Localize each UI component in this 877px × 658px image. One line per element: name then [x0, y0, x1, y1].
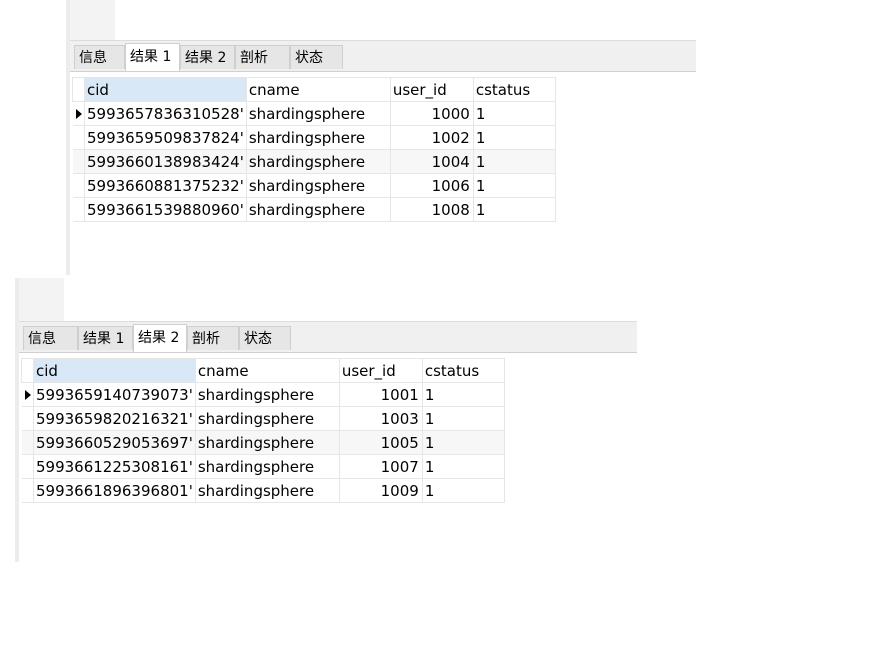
cell-cname[interactable]: shardingsphere [245, 197, 391, 222]
result-panel-1: 信息 结果 1 结果 2 剖析 状态 cid cname user_id cst… [66, 0, 696, 275]
column-header-user-id[interactable]: user_id [389, 77, 474, 102]
column-header-cname[interactable]: cname [245, 77, 391, 102]
table-row[interactable]: '5993659509837824 shardingsphere 1002 1 [72, 125, 556, 150]
tab-status[interactable]: 状态 [239, 326, 291, 350]
table-row[interactable]: '5993660138983424 shardingsphere 1004 1 [72, 149, 556, 174]
cell-cname[interactable]: shardingsphere [245, 149, 391, 174]
current-row-arrow-icon [75, 108, 82, 119]
result-tabbar: 信息 结果 1 结果 2 剖析 状态 [70, 40, 696, 72]
cell-cid[interactable]: '5993660138983424 [84, 149, 247, 174]
row-indicator [21, 382, 34, 407]
cell-cstatus[interactable]: 1 [421, 406, 505, 431]
cell-cname[interactable]: shardingsphere [194, 406, 340, 431]
cell-cname[interactable]: shardingsphere [245, 125, 391, 150]
cell-cstatus[interactable]: 1 [472, 173, 556, 198]
row-indicator [21, 454, 34, 479]
cell-cid[interactable]: '5993660529053697 [33, 430, 196, 455]
cell-cid[interactable]: '5993661539880960 [84, 197, 247, 222]
cell-cstatus[interactable]: 1 [472, 149, 556, 174]
cell-user-id[interactable]: 1002 [389, 125, 474, 150]
cell-user-id[interactable]: 1008 [389, 197, 474, 222]
column-header-user-id[interactable]: user_id [338, 358, 423, 383]
panel-header-area [70, 0, 115, 40]
cell-cid[interactable]: '5993659509837824 [84, 125, 247, 150]
row-indicator [21, 478, 34, 503]
cell-cid[interactable]: '5993659820216321 [33, 406, 196, 431]
cell-cname[interactable]: shardingsphere [194, 430, 340, 455]
tab-info[interactable]: 信息 [74, 45, 125, 69]
cell-cid[interactable]: '5993661225308161 [33, 454, 196, 479]
row-indicator-header [21, 358, 34, 383]
tab-status[interactable]: 状态 [290, 45, 343, 69]
current-row-arrow-icon [24, 389, 31, 400]
table-row[interactable]: '5993660529053697 shardingsphere 1005 1 [21, 430, 505, 455]
table-row[interactable]: '5993659140739073 shardingsphere 1001 1 [21, 382, 505, 407]
table-row[interactable]: '5993661539880960 shardingsphere 1008 1 [72, 197, 556, 222]
panel-header-area [19, 278, 64, 321]
cell-cid[interactable]: '5993660881375232 [84, 173, 247, 198]
table-row[interactable]: '5993660881375232 shardingsphere 1006 1 [72, 173, 556, 198]
table-row[interactable]: '5993659820216321 shardingsphere 1003 1 [21, 406, 505, 431]
row-indicator [72, 101, 85, 126]
cell-cstatus[interactable]: 1 [472, 197, 556, 222]
cell-cstatus[interactable]: 1 [421, 430, 505, 455]
cell-cstatus[interactable]: 1 [472, 101, 556, 126]
tab-profile[interactable]: 剖析 [187, 326, 239, 350]
cell-cid[interactable]: '5993659140739073 [33, 382, 196, 407]
tab-result-2[interactable]: 结果 2 [180, 45, 235, 69]
cell-cname[interactable]: shardingsphere [194, 478, 340, 503]
column-header-cid[interactable]: cid [84, 77, 247, 102]
cell-user-id[interactable]: 1006 [389, 173, 474, 198]
grid-header-row: cid cname user_id cstatus [72, 77, 556, 102]
result-grid: cid cname user_id cstatus '5993657836310… [72, 77, 556, 222]
row-indicator [72, 149, 85, 174]
tab-result-1[interactable]: 结果 1 [78, 326, 133, 350]
cell-cid[interactable]: '5993661896396801 [33, 478, 196, 503]
row-indicator [72, 173, 85, 198]
cell-user-id[interactable]: 1004 [389, 149, 474, 174]
grid-header-row: cid cname user_id cstatus [21, 358, 505, 383]
row-indicator [21, 430, 34, 455]
cell-user-id[interactable]: 1009 [338, 478, 423, 503]
cell-user-id[interactable]: 1005 [338, 430, 423, 455]
column-header-cstatus[interactable]: cstatus [472, 77, 556, 102]
result-tabbar: 信息 结果 1 结果 2 剖析 状态 [19, 321, 637, 353]
cell-cstatus[interactable]: 1 [421, 478, 505, 503]
cell-cid[interactable]: '5993657836310528 [84, 101, 247, 126]
row-indicator [72, 125, 85, 150]
tab-profile[interactable]: 剖析 [235, 45, 290, 69]
row-indicator-header [72, 77, 85, 102]
table-row[interactable]: '5993657836310528 shardingsphere 1000 1 [72, 101, 556, 126]
tab-info[interactable]: 信息 [23, 326, 78, 350]
cell-user-id[interactable]: 1003 [338, 406, 423, 431]
result-panel-2: 信息 结果 1 结果 2 剖析 状态 cid cname user_id cst… [15, 278, 637, 562]
table-row[interactable]: '5993661225308161 shardingsphere 1007 1 [21, 454, 505, 479]
cell-user-id[interactable]: 1000 [389, 101, 474, 126]
column-header-cid[interactable]: cid [33, 358, 196, 383]
cell-cname[interactable]: shardingsphere [245, 101, 391, 126]
table-row[interactable]: '5993661896396801 shardingsphere 1009 1 [21, 478, 505, 503]
tab-result-2[interactable]: 结果 2 [133, 324, 187, 352]
column-header-cname[interactable]: cname [194, 358, 340, 383]
column-header-cstatus[interactable]: cstatus [421, 358, 505, 383]
cell-cstatus[interactable]: 1 [472, 125, 556, 150]
result-grid: cid cname user_id cstatus '5993659140739… [21, 358, 505, 503]
cell-cname[interactable]: shardingsphere [194, 382, 340, 407]
cell-cname[interactable]: shardingsphere [245, 173, 391, 198]
row-indicator [72, 197, 85, 222]
row-indicator [21, 406, 34, 431]
cell-cstatus[interactable]: 1 [421, 454, 505, 479]
cell-user-id[interactable]: 1007 [338, 454, 423, 479]
tab-result-1[interactable]: 结果 1 [125, 43, 180, 71]
cell-user-id[interactable]: 1001 [338, 382, 423, 407]
cell-cstatus[interactable]: 1 [421, 382, 505, 407]
cell-cname[interactable]: shardingsphere [194, 454, 340, 479]
